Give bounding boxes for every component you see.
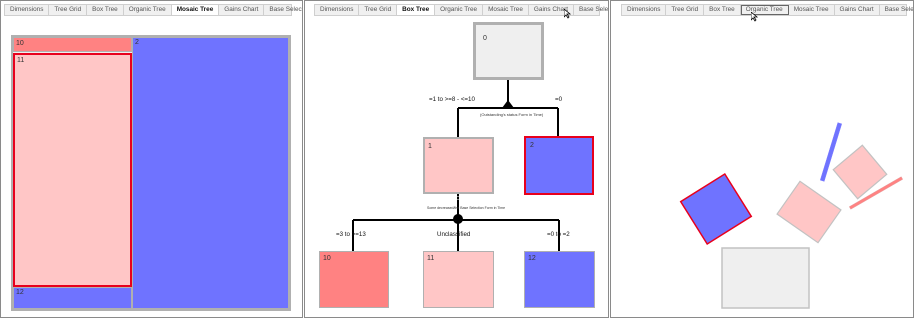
node-label: 10 [16, 40, 24, 47]
organic-tree-panel: Dimensions Tree Grid Box Tree Organic Tree M… [610, 0, 914, 318]
box-node-2[interactable]: 2 [524, 136, 594, 195]
mosaic-node-2[interactable]: 2 [132, 37, 289, 309]
node-label: 2 [135, 39, 139, 46]
mosaic-node-10[interactable]: 10 [13, 37, 132, 52]
node-label: 10 [323, 255, 331, 262]
split-note: (Outstanding's status Form in Time) [480, 112, 544, 117]
tab-dimensions[interactable]: Dimensions [5, 5, 50, 15]
branch-label: =0 to =2 [547, 231, 570, 238]
mosaic-node-12[interactable]: 12 [13, 287, 132, 309]
mosaic-node-11[interactable]: 11 [13, 53, 132, 287]
tab-tree-grid[interactable]: Tree Grid [49, 5, 88, 15]
split-note: Some decreased/the Base Selection Form i… [427, 206, 506, 210]
tab-mosaic-tree[interactable]: Mosaic Tree [171, 5, 220, 15]
tab-base-selection[interactable]: Base Selection [264, 5, 302, 15]
box-tree-panel: Dimensions Tree Grid Box Tree Organic Tree M… [304, 0, 609, 318]
mosaic-tree-panel: Dimensions Tree Grid Box Tree Organic Tree M… [0, 0, 303, 318]
organic-tree-canvas [679, 122, 904, 309]
tab-bar: Dimensions Tree Grid Box Tree Organic Tree M… [4, 4, 302, 16]
mouse-cursor-icon [564, 9, 572, 19]
box-node-12[interactable]: 12 [524, 251, 595, 308]
node-label: 2 [530, 142, 534, 149]
box-node-1[interactable]: 1 [423, 137, 494, 194]
node-label: 1 [428, 143, 432, 150]
node-label: 0 [483, 35, 487, 42]
box-node-10[interactable]: 10 [319, 251, 389, 308]
box-node-0[interactable]: 0 [473, 22, 544, 80]
tab-organic-tree[interactable]: Organic Tree [124, 5, 172, 15]
box-node-11[interactable]: 11 [423, 251, 494, 308]
organic-node-1[interactable] [776, 180, 842, 244]
node-label: 11 [17, 57, 25, 64]
mouse-cursor-icon [751, 12, 759, 22]
branch-label: Unclassified [437, 231, 471, 238]
organic-node-root[interactable] [721, 247, 810, 309]
node-label: 12 [528, 255, 536, 262]
node-label: 11 [427, 255, 435, 262]
tab-box-tree[interactable]: Box Tree [87, 5, 124, 15]
node-label: 12 [16, 289, 24, 296]
organic-node-2[interactable] [679, 172, 753, 246]
tab-gains-chart[interactable]: Gains Chart [219, 5, 265, 15]
branch-label: =1 to >=8 - <=10 [429, 96, 475, 103]
branch-label: =3 to >=13 [336, 231, 366, 238]
branch-label: =0 [555, 96, 563, 103]
